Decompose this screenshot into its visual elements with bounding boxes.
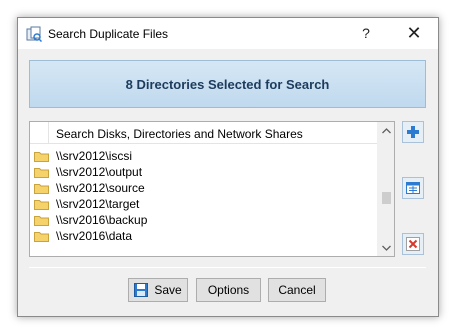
title-bar: Search Duplicate Files ? ✕ (18, 18, 438, 49)
list-item[interactable]: \\srv2012\iscsi (30, 148, 378, 164)
list-header: Search Disks, Directories and Network Sh… (30, 122, 378, 144)
list-item[interactable]: \\srv2012\target (30, 196, 378, 212)
banner-text: 8 Directories Selected for Search (125, 76, 330, 92)
folder-icon (34, 151, 49, 162)
options-label: Options (207, 283, 250, 297)
save-label: Save (154, 283, 182, 297)
list-item-label: \\srv2012\source (56, 181, 145, 195)
scroll-thumb[interactable] (382, 192, 391, 204)
list-header-label: Search Disks, Directories and Network Sh… (56, 127, 303, 141)
list-item[interactable]: \\srv2016\backup (30, 212, 378, 228)
chevron-up-icon (382, 127, 391, 133)
folder-icon (34, 231, 49, 242)
list-item[interactable]: \\srv2012\output (30, 164, 378, 180)
vertical-scrollbar[interactable] (377, 122, 394, 256)
folder-icon (34, 167, 49, 178)
add-directory-button[interactable] (402, 121, 424, 143)
save-button[interactable]: Save (128, 278, 188, 302)
delete-directory-button[interactable] (402, 233, 424, 255)
header-divider (48, 122, 49, 144)
list-item[interactable]: \\srv2016\data (30, 228, 378, 244)
help-button[interactable]: ? (344, 18, 388, 49)
list-item-label: \\srv2012\iscsi (56, 149, 133, 163)
cancel-label: Cancel (278, 283, 316, 297)
cancel-button[interactable]: Cancel (268, 278, 326, 302)
selection-banner: 8 Directories Selected for Search (29, 60, 426, 108)
list-item-label: \\srv2016\data (56, 229, 133, 243)
list-item-label: \\srv2012\output (56, 165, 143, 179)
add-icon (407, 126, 419, 138)
list-item-label: \\srv2016\backup (56, 213, 148, 227)
folder-icon (34, 183, 49, 194)
search-duplicate-files-dialog: Search Duplicate Files ? ✕ 8 Directories… (17, 17, 439, 317)
scroll-down-arrow[interactable] (378, 239, 395, 256)
floppy-icon (134, 283, 149, 297)
window-title: Search Duplicate Files (48, 27, 169, 41)
options-button[interactable]: Options (196, 278, 261, 302)
properties-icon (406, 182, 420, 194)
chevron-down-icon (382, 245, 391, 251)
delete-icon (406, 237, 420, 251)
list-item-label: \\srv2012\target (56, 197, 140, 211)
close-button[interactable]: ✕ (392, 18, 436, 49)
directory-list[interactable]: Search Disks, Directories and Network Sh… (29, 121, 395, 257)
duplicate-files-icon (26, 26, 42, 42)
list-rows: \\srv2012\iscsi \\srv2012\output \\srv20… (30, 148, 378, 244)
divider (29, 267, 426, 268)
folder-icon (34, 215, 49, 226)
folder-icon (34, 199, 49, 210)
scroll-up-arrow[interactable] (378, 122, 395, 139)
list-item[interactable]: \\srv2012\source (30, 180, 378, 196)
properties-button[interactable] (402, 177, 424, 199)
